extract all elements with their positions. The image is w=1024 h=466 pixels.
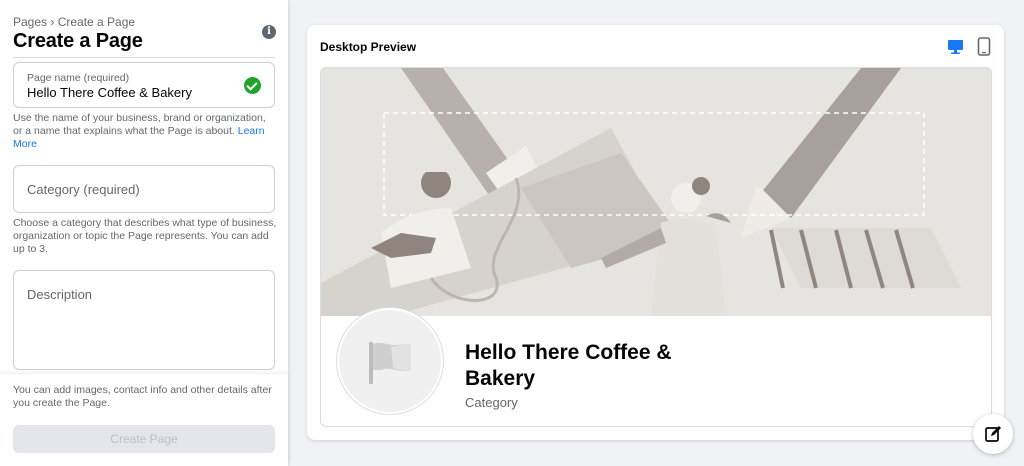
desktop-preview-card: Desktop Preview Hello There Coffee & Bak… <box>307 25 1004 440</box>
category-placeholder: Category (required) <box>27 182 140 197</box>
desktop-icon[interactable] <box>947 39 964 55</box>
create-page-sidebar: Pages › Create a Page Create a Page i Pa… <box>0 0 288 466</box>
edit-button[interactable] <box>973 414 1013 454</box>
category-helper: Choose a category that describes what ty… <box>13 217 277 255</box>
sidebar-footer: You can add images, contact info and oth… <box>0 374 288 466</box>
edit-icon <box>985 426 1001 442</box>
page-name-helper-text: Use the name of your business, brand or … <box>13 112 266 137</box>
category-field[interactable]: Category (required) <box>13 165 275 213</box>
preview-title: Desktop Preview <box>320 40 417 54</box>
title-divider <box>13 57 275 58</box>
page-name-label: Page name (required) <box>27 72 130 84</box>
footer-note: You can add images, contact info and oth… <box>13 384 272 409</box>
create-page-button[interactable]: Create Page <box>13 425 275 453</box>
page-name-value[interactable]: Hello There Coffee & Bakery <box>27 85 192 100</box>
preview-page-name: Hello There Coffee & Bakery <box>465 341 672 390</box>
page-name-helper: Use the name of your business, brand or … <box>13 112 277 151</box>
page-title: Create a Page <box>13 30 143 52</box>
mobile-icon[interactable] <box>977 37 991 56</box>
description-placeholder: Description <box>27 287 93 302</box>
flag-icon <box>369 342 411 384</box>
profile-avatar <box>337 308 443 414</box>
breadcrumb[interactable]: Pages › Create a Page <box>13 15 135 29</box>
cover-illustration <box>321 68 991 316</box>
info-icon[interactable]: i <box>262 25 276 39</box>
check-circle-icon <box>244 77 261 94</box>
page-preview-frame: Hello There Coffee & Bakery Category <box>320 67 992 427</box>
description-field[interactable]: Description <box>13 270 275 370</box>
page-name-field[interactable]: Page name (required) Hello There Coffee … <box>13 62 275 108</box>
preview-category: Category <box>465 395 518 410</box>
